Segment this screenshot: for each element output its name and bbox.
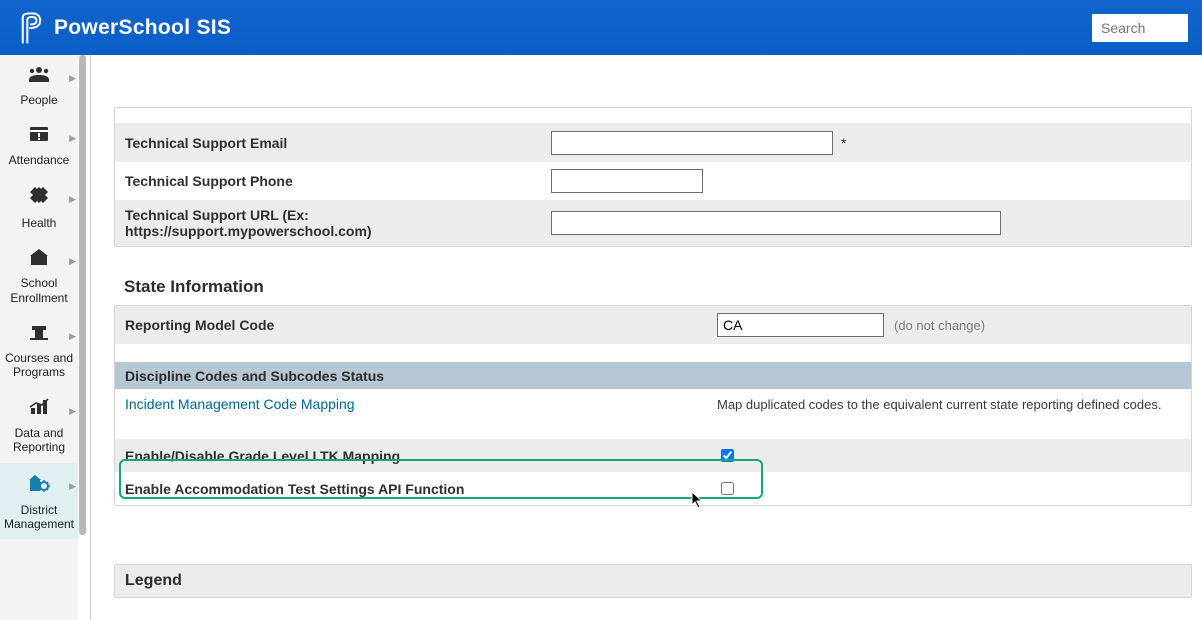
ltk-mapping-row: Enable/Disable Grade Level LTK Mapping [115, 439, 1191, 472]
required-indicator: * [841, 135, 846, 151]
tech-support-email-label: Technical Support Email [125, 135, 551, 151]
tech-support-phone-label: Technical Support Phone [125, 173, 551, 189]
state-info-section-title: State Information [124, 277, 1202, 297]
reporting-model-code-label: Reporting Model Code [125, 317, 717, 333]
scrollbar-thumb[interactable] [79, 55, 86, 535]
brand-title: PowerSchool SIS [54, 16, 231, 40]
sidebar-item-school-enrollment[interactable]: School Enrollment ▶ [0, 238, 78, 313]
medical-cross-icon [29, 186, 49, 211]
ltk-mapping-label: Enable/Disable Grade Level LTK Mapping [125, 448, 717, 464]
tech-support-card: Technical Support Email * Technical Supp… [114, 107, 1192, 247]
legend-header: Legend [115, 565, 1191, 597]
sidebar-item-courses-programs[interactable]: Courses and Programs ▶ [0, 313, 78, 388]
chevron-right-icon: ▶ [69, 73, 76, 84]
chevron-right-icon: ▶ [69, 331, 76, 342]
sidebar-item-people[interactable]: People ▶ [0, 55, 78, 115]
podium-icon [28, 323, 50, 346]
tech-support-url-label: Technical Support URL (Ex: https://suppo… [125, 207, 551, 239]
chevron-right-icon: ▶ [69, 194, 76, 205]
incident-mgmt-description: Map duplicated codes to the equivalent c… [717, 397, 1181, 412]
state-info-card: Reporting Model Code (do not change) Dis… [114, 305, 1192, 506]
topbar: PowerSchool SIS [0, 0, 1202, 55]
bar-chart-icon [28, 398, 50, 421]
sidebar-item-label: Data and Reporting [2, 426, 76, 455]
reporting-model-code-input[interactable] [717, 313, 884, 337]
global-search-input[interactable] [1092, 14, 1188, 42]
tech-support-email-row: Technical Support Email * [115, 124, 1191, 162]
sidebar-item-health[interactable]: Health ▶ [0, 176, 78, 238]
sidebar-scrollbar[interactable] [79, 55, 89, 620]
tech-support-phone-row: Technical Support Phone [115, 162, 1191, 200]
people-icon [28, 65, 50, 88]
legend-card: Legend [114, 564, 1192, 598]
side-nav: People ▶ Attendance ▶ Health ▶ School En… [0, 55, 91, 620]
district-gear-icon [28, 473, 50, 498]
sidebar-item-label: School Enrollment [2, 276, 76, 305]
chevron-right-icon: ▶ [69, 406, 76, 417]
tech-support-url-input[interactable] [551, 211, 1001, 235]
reporting-model-code-row: Reporting Model Code (do not change) [115, 306, 1191, 344]
tech-support-phone-input[interactable] [551, 169, 703, 193]
sidebar-item-district-management[interactable]: District Management ▶ [0, 463, 78, 540]
accommodation-api-label: Enable Accommodation Test Settings API F… [125, 481, 717, 497]
ltk-mapping-checkbox[interactable] [721, 449, 734, 462]
tech-support-url-row: Technical Support URL (Ex: https://suppo… [115, 200, 1191, 246]
chevron-right-icon: ▶ [69, 256, 76, 267]
school-building-icon [28, 248, 50, 271]
sidebar-item-label: Courses and Programs [2, 351, 76, 380]
discipline-codes-subheader: Discipline Codes and Subcodes Status [115, 362, 1191, 389]
powerschool-logo-icon [20, 11, 42, 45]
sidebar-item-label: District Management [2, 503, 76, 532]
chevron-right-icon: ▶ [69, 481, 76, 492]
accommodation-api-checkbox[interactable] [721, 482, 734, 495]
tech-support-email-input[interactable] [551, 131, 833, 155]
sidebar-item-attendance[interactable]: Attendance ▶ [0, 115, 78, 175]
chevron-right-icon: ▶ [69, 133, 76, 144]
reporting-model-code-hint: (do not change) [894, 318, 985, 333]
main-content-area: Technical Support Email * Technical Supp… [90, 55, 1202, 620]
sidebar-item-label: Attendance [9, 153, 70, 167]
incident-mgmt-link[interactable]: Incident Management Code Mapping [125, 396, 355, 412]
incident-mgmt-row: Incident Management Code Mapping Map dup… [115, 389, 1191, 419]
sidebar-item-label: Health [22, 216, 57, 230]
sidebar-item-data-reporting[interactable]: Data and Reporting ▶ [0, 388, 78, 463]
calendar-alert-icon [28, 125, 50, 148]
accommodation-api-row: Enable Accommodation Test Settings API F… [115, 472, 1191, 505]
sidebar-item-label: People [20, 93, 57, 107]
